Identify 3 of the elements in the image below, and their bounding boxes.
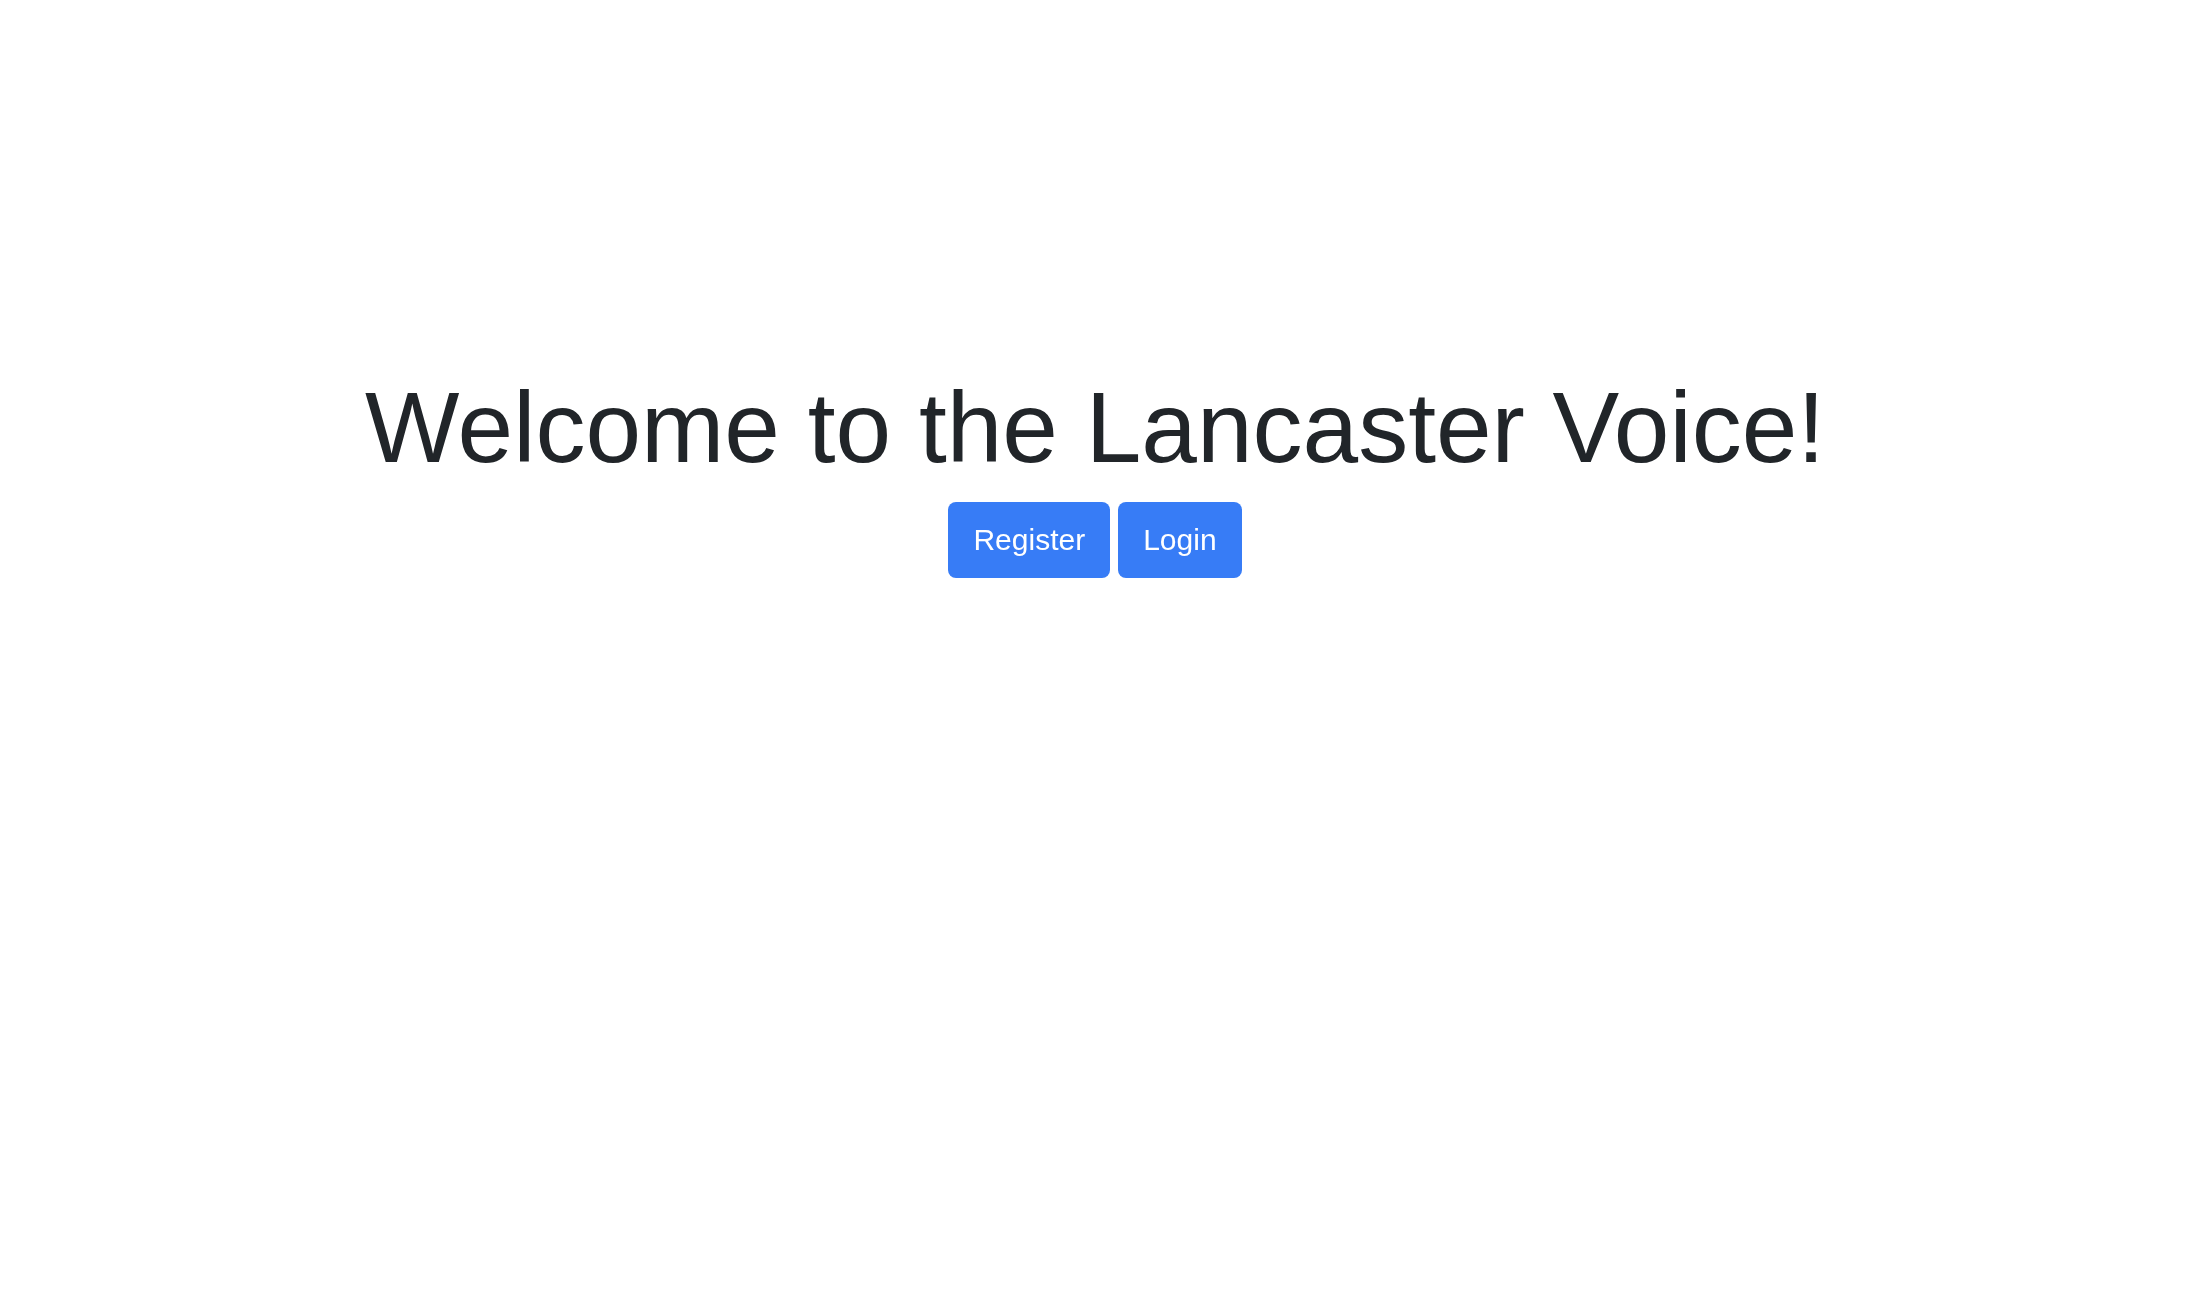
welcome-heading: Welcome to the Lancaster Voice!: [364, 370, 1826, 485]
login-button[interactable]: Login: [1118, 502, 1242, 578]
register-button[interactable]: Register: [948, 502, 1111, 578]
